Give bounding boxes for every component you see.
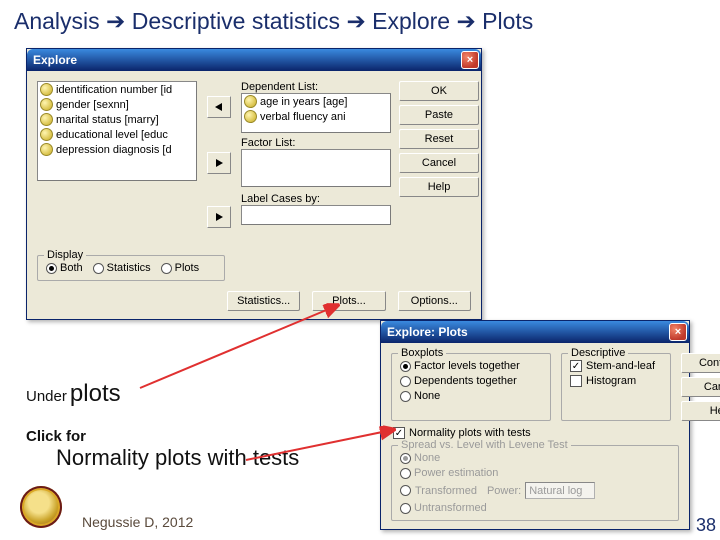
help-button[interactable]: Help — [681, 401, 720, 421]
statistics-button[interactable]: Statistics... — [227, 291, 300, 311]
power-label: Power: — [487, 485, 521, 497]
power-combobox: Natural log — [525, 482, 595, 499]
explore-titlebar[interactable]: Explore × — [27, 49, 481, 71]
footer-page: 38 — [696, 515, 716, 536]
boxplots-legend: Boxplots — [398, 347, 446, 359]
breadcrumb-part: Analysis — [14, 8, 100, 34]
labelcases-list[interactable] — [241, 205, 391, 225]
breadcrumb: Analysis ➔ Descriptive statistics ➔ Expl… — [0, 0, 720, 35]
triangle-right-icon — [214, 158, 224, 168]
paste-button[interactable]: Paste — [399, 105, 479, 125]
under-label: Under — [26, 388, 67, 405]
boxplots-group: Boxplots Factor levels together Dependen… — [391, 353, 551, 421]
spread-none-radio: None — [400, 452, 670, 464]
stemleaf-checkbox[interactable]: ✓Stem-and-leaf — [570, 360, 662, 372]
breadcrumb-part: Explore — [372, 8, 450, 34]
variable-icon — [40, 128, 53, 141]
boxplots-dependents-radio[interactable]: Dependents together — [400, 375, 542, 387]
display-group: Display Both Statistics Plots — [37, 255, 225, 281]
spread-untransformed-radio: Untransformed — [400, 502, 670, 514]
seal-icon — [20, 486, 62, 528]
arrow-right-icon: ➔ — [106, 8, 125, 34]
labelcases-label: Label Cases by: — [241, 193, 391, 205]
descriptive-legend: Descriptive — [568, 347, 628, 359]
histogram-checkbox[interactable]: Histogram — [570, 375, 662, 387]
plots-titlebar[interactable]: Explore: Plots × — [381, 321, 689, 343]
ok-button[interactable]: OK — [399, 81, 479, 101]
explore-dialog: Explore × identification number [id gend… — [26, 48, 482, 320]
descriptive-group: Descriptive ✓Stem-and-leaf Histogram — [561, 353, 671, 421]
options-button[interactable]: Options... — [398, 291, 471, 311]
triangle-right-icon — [214, 212, 224, 222]
explore-plots-dialog: Explore: Plots × Boxplots Factor levels … — [380, 320, 690, 530]
cancel-button[interactable]: Cancel — [681, 377, 720, 397]
arrow-right-icon: ➔ — [456, 8, 475, 34]
under-plots-annotation: Under plots — [26, 380, 121, 408]
help-button[interactable]: Help — [399, 177, 479, 197]
spread-power-radio: Power estimation — [400, 467, 670, 479]
dependent-list[interactable]: age in years [age] verbal fluency ani — [241, 93, 391, 133]
display-both-radio[interactable]: Both — [46, 262, 83, 274]
footer-author: Negussie D, 2012 — [82, 514, 193, 530]
plots-button[interactable]: Plots... — [312, 291, 385, 311]
variable-icon — [40, 143, 53, 156]
display-plots-radio[interactable]: Plots — [161, 262, 199, 274]
normality-checkbox[interactable]: ✓Normality plots with tests — [393, 427, 679, 439]
click-for-label: Click for — [26, 428, 299, 445]
move-right-button[interactable] — [207, 206, 231, 228]
spread-legend: Spread vs. Level with Levene Test — [398, 439, 571, 451]
close-icon[interactable]: × — [461, 51, 479, 69]
continue-button[interactable]: Continue — [681, 353, 720, 373]
variable-icon — [40, 98, 53, 111]
triangle-left-icon — [214, 102, 224, 112]
display-legend: Display — [44, 249, 86, 261]
variable-icon — [40, 113, 53, 126]
spread-transformed-radio: Transformed Power: Natural log — [400, 482, 670, 499]
close-icon[interactable]: × — [669, 323, 687, 341]
factor-label: Factor List: — [241, 137, 391, 149]
variable-icon — [244, 110, 257, 123]
breadcrumb-part: Plots — [482, 8, 533, 34]
variable-icon — [244, 95, 257, 108]
boxplots-none-radio[interactable]: None — [400, 390, 542, 402]
move-right-button[interactable] — [207, 152, 231, 174]
move-left-button[interactable] — [207, 96, 231, 118]
cancel-button[interactable]: Cancel — [399, 153, 479, 173]
source-var-list[interactable]: identification number [id gender [sexnn]… — [37, 81, 197, 181]
display-stats-radio[interactable]: Statistics — [93, 262, 151, 274]
breadcrumb-part: Descriptive statistics — [132, 8, 340, 34]
click-for-annotation: Click for Normality plots with tests — [26, 428, 299, 471]
dependent-label: Dependent List: — [241, 81, 391, 93]
normality-title: Normality plots with tests — [56, 445, 299, 471]
spread-group: Spread vs. Level with Levene Test None P… — [391, 445, 679, 521]
under-word: plots — [70, 380, 121, 407]
plots-title: Explore: Plots — [387, 325, 468, 339]
reset-button[interactable]: Reset — [399, 129, 479, 149]
explore-title: Explore — [33, 53, 77, 67]
boxplots-factor-radio[interactable]: Factor levels together — [400, 360, 542, 372]
arrow-right-icon: ➔ — [346, 8, 365, 34]
variable-icon — [40, 83, 53, 96]
factor-list[interactable] — [241, 149, 391, 187]
